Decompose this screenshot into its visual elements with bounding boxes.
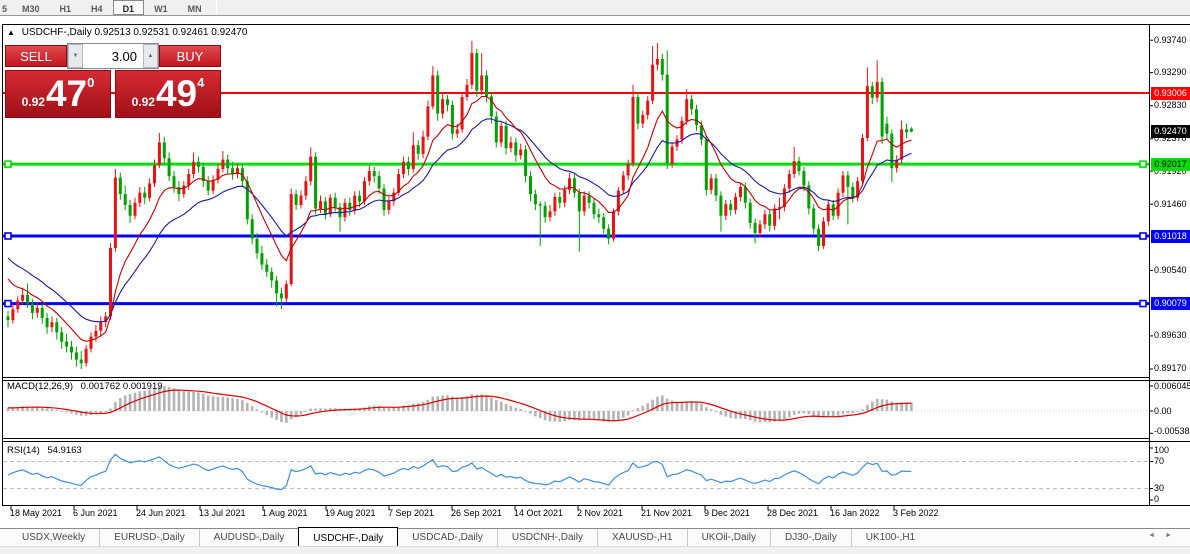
ohlc-values: 0.92513 0.92531 0.92461 0.92470 [94,27,248,38]
sell-price-sup: 0 [87,75,95,90]
volume-increase-button[interactable]: ▲ [143,44,158,68]
pivot-level-label: 0.92017 [1151,157,1190,171]
volume-input[interactable]: 3.00 [83,44,143,68]
collapse-arrow-icon[interactable]: ▲ [7,28,15,37]
tab-usdcnh-daily[interactable]: USDCNH-,Daily [496,529,597,546]
triangle-up-icon: ▲ [147,53,154,59]
macd-scale-label: 0.00 [1154,405,1172,416]
price-tick: 0.93290 [1154,67,1187,78]
volume-decrease-button[interactable]: ▼ [68,44,83,68]
tab-usdchf-daily[interactable]: USDCHF-,Daily [298,527,399,546]
bottom-strip [0,546,1190,554]
volume-stepper: ▼ 3.00 ▲ [67,43,159,69]
tab-usdx-weekly[interactable]: USDX,Weekly [8,529,99,546]
current-price-label: 0.92470 [1151,125,1190,139]
resistance-level-label: 0.93006 [1151,86,1190,100]
sell-button[interactable]: SELL [5,45,67,67]
macd-scale-label: -0.005385 [1154,425,1190,436]
date-label: 2 Nov 2021 [577,508,624,518]
buy-price-box[interactable]: 0.92 49 4 [115,70,221,118]
date-label: 26 Sep 2021 [451,508,503,518]
rsi-scale-label: 30 [1154,483,1165,493]
rsi-name: RSI(14) [7,445,40,456]
one-click-trading-panel: SELL ▼ 3.00 ▲ BUY 0.92 47 0 0.92 49 4 [5,43,221,118]
triangle-down-icon: ▼ [72,53,79,59]
tab-scroll-right-icon[interactable]: ► [1165,532,1182,539]
price-tick: 0.90540 [1154,264,1187,275]
price-tick: 0.91460 [1154,198,1187,209]
mt4-window: 5 M30 H1 H4 D1 W1 MN 0.93740 0.93290 0.92830 0.92… [0,0,1190,554]
sell-price-big: 47 [45,73,88,114]
buy-price-sup: 4 [197,75,205,90]
tab-xauusd-h1[interactable]: XAUUSD-,H1 [596,529,687,546]
sell-price-small: 0.92 [21,95,45,109]
price-tick: 0.93740 [1154,34,1187,45]
tab-ukoil-daily[interactable]: UKOil-,Daily [686,529,770,546]
date-label: 16 Jan 2022 [830,508,880,518]
support-level-label: 0.91018 [1151,229,1190,243]
tab-scroll-arrows: ◄► [1148,532,1182,539]
rsi-label: RSI(14) 54.9163 [7,445,82,456]
tab-eurusd-daily[interactable]: EURUSD-,Daily [99,529,199,546]
date-label: 3 Feb 2022 [893,508,939,518]
macd-name: MACD(12,26,9) [7,381,73,392]
buy-price-small: 0.92 [131,95,155,109]
date-label: 9 Dec 2021 [704,508,751,518]
price-tick: 0.89630 [1154,330,1187,341]
macd-scale-label: 0.006045 [1154,380,1190,391]
tab-scroll-left-icon[interactable]: ◄ [1148,532,1165,539]
price-tick: 0.92830 [1154,100,1187,111]
date-label: 24 Jun 2021 [136,508,186,518]
tab-usdcad-daily[interactable]: USDCAD-,Daily [398,529,497,546]
buy-price-big: 49 [155,73,198,114]
tab-audusd-daily[interactable]: AUDUSD-,Daily [198,529,299,546]
tab-dj30-daily[interactable]: DJ30-,Daily [770,529,851,546]
date-label: 13 Jul 2021 [199,508,246,518]
date-label: 6 Jun 2021 [73,508,118,518]
rsi-value: 54.9163 [47,445,82,456]
date-label: 7 Sep 2021 [388,508,435,518]
date-label: 1 Aug 2021 [262,508,308,518]
date-label: 18 May 2021 [10,508,63,518]
buy-button[interactable]: BUY [159,45,221,67]
chart-header: ▲ USDCHF-,Daily 0.92513 0.92531 0.92461 … [7,27,247,38]
sell-price-box[interactable]: 0.92 47 0 [5,70,111,118]
chart-tabs: USDX,Weekly EURUSD-,Daily AUDUSD-,Daily USD… [0,527,1190,546]
symbol-title: USDCHF-,Daily [21,27,92,38]
date-label: 21 Nov 2021 [641,508,693,518]
price-tick: 0.89170 [1154,363,1187,374]
rsi-scale-label: 100 [1154,444,1170,455]
date-label: 19 Aug 2021 [325,508,376,518]
tab-uk100-h1[interactable]: UK100-,H1 [850,529,929,546]
date-label: 14 Oct 2021 [514,508,564,518]
rsi-scale-label: 0 [1154,493,1160,504]
macd-label: MACD(12,26,9) 0.001762 0.001919 [7,381,163,392]
rsi-scale-label: 70 [1154,456,1165,466]
support-level-label-2: 0.90079 [1151,297,1190,311]
date-label: 28 Dec 2021 [767,508,819,518]
macd-values: 0.001762 0.001919 [80,381,163,392]
